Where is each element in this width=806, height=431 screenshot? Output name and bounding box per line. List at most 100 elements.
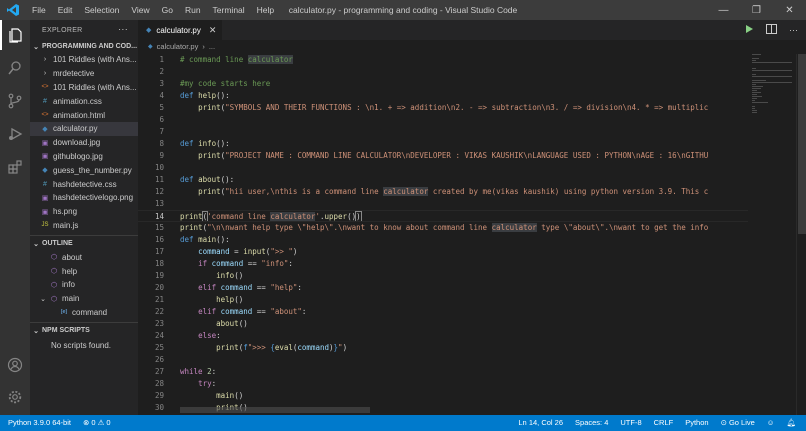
code-line[interactable]: 20 elif command == "help":	[138, 282, 748, 294]
minimize-button[interactable]: —	[707, 0, 740, 20]
code-line[interactable]: 15 print("\n\nwant help type \"help\".\nw…	[138, 222, 748, 234]
code-line[interactable]: 26	[138, 354, 748, 366]
code-line[interactable]: 13	[138, 198, 748, 210]
indentation[interactable]: Spaces: 4	[569, 415, 614, 431]
menu-view[interactable]: View	[125, 0, 155, 20]
end-of-line[interactable]: CRLF	[648, 415, 680, 431]
go-live-button[interactable]: ⊙ Go Live	[715, 415, 761, 431]
problems-indicator[interactable]: ⊗ 0 ⚠ 0	[77, 415, 117, 431]
code-line[interactable]: 18 if command == "info":	[138, 258, 748, 270]
file-item[interactable]: # animation.css	[30, 94, 138, 108]
outline-item[interactable]: ⬡ info	[30, 278, 138, 292]
outline-label: about	[62, 252, 83, 262]
line-number: 19	[154, 271, 164, 280]
encoding[interactable]: UTF-8	[614, 415, 647, 431]
code-line[interactable]: 17 command = input(">> ")	[138, 246, 748, 258]
code-line[interactable]: 9 print("PROJECT NAME : COMMAND LINE CAL…	[138, 150, 748, 162]
restore-button[interactable]: ❐	[740, 0, 773, 20]
code-line[interactable]: 28 try:	[138, 378, 748, 390]
file-item[interactable]: # hashdetective.css	[30, 177, 138, 191]
outline-item[interactable]: [e] command	[30, 306, 138, 320]
code-line[interactable]: 4 def help():	[138, 90, 748, 102]
outline-item[interactable]: ⬡ help	[30, 264, 138, 278]
run-debug-icon[interactable]	[0, 119, 30, 149]
outline-section-header[interactable]: ⌄ OUTLINE	[30, 237, 138, 250]
code-line[interactable]: 7	[138, 126, 748, 138]
code-line[interactable]: 22 elif command == "about":	[138, 306, 748, 318]
breadcrumb-file[interactable]: calculator.py	[157, 42, 199, 51]
file-item[interactable]: ▣ hashdetectivelogo.png	[30, 191, 138, 205]
file-item[interactable]: ▣ hs.png	[30, 205, 138, 219]
file-item[interactable]: ◆ guess_the_number.py	[30, 163, 138, 177]
line-number: 23	[154, 319, 164, 328]
code-line[interactable]: 2	[138, 66, 748, 78]
code-line[interactable]: 10	[138, 162, 748, 174]
code-line[interactable]: 16 def main():	[138, 234, 748, 246]
menu-go[interactable]: Go	[156, 0, 179, 20]
folder-item[interactable]: › 101 Riddles (with Ans...	[30, 53, 138, 67]
code-line[interactable]: 23 about()	[138, 318, 748, 330]
tab-calculator-py[interactable]: ◆ calculator.py ✕	[138, 20, 222, 40]
language-mode[interactable]: Python	[679, 415, 714, 431]
vertical-scrollbar[interactable]	[796, 54, 806, 415]
explorer-icon[interactable]	[0, 20, 30, 50]
menu-help[interactable]: Help	[251, 0, 280, 20]
close-window-button[interactable]: ✕	[773, 0, 806, 20]
breadcrumb-symbol[interactable]: ...	[209, 42, 215, 51]
menu-edit[interactable]: Edit	[52, 0, 79, 20]
manage-gear-icon[interactable]	[0, 382, 30, 412]
code-line[interactable]: 5 print("SYMBOLS AND THEIR FUNCTIONS : \…	[138, 102, 748, 114]
run-python-file-icon[interactable]	[744, 24, 754, 36]
code-line[interactable]: 14 print('command line calculator'.upper(…	[138, 210, 748, 222]
code-line[interactable]: 1 # command line calculator	[138, 54, 748, 66]
source-control-icon[interactable]	[0, 86, 30, 116]
menu-bar: File Edit Selection View Go Run Terminal Help	[26, 0, 280, 20]
code-line[interactable]: 27 while 2:	[138, 366, 748, 378]
notifications-bell-icon[interactable]: 🔔︎	[780, 415, 802, 431]
feedback-icon[interactable]: ☺	[761, 415, 781, 431]
search-icon[interactable]	[0, 53, 30, 83]
folder-section-header[interactable]: ⌄ PROGRAMMING AND COD...	[30, 40, 138, 53]
code-line[interactable]: 29 main()	[138, 390, 748, 402]
outline-item[interactable]: ⬡ about	[30, 250, 138, 264]
outline-item[interactable]: ⌄ ⬡ main	[30, 292, 138, 306]
code-line[interactable]: 21 help()	[138, 294, 748, 306]
menu-terminal[interactable]: Terminal	[207, 0, 251, 20]
code-line[interactable]: 8 def info():	[138, 138, 748, 150]
menu-selection[interactable]: Selection	[78, 0, 125, 20]
horizontal-scrollbar[interactable]	[180, 407, 370, 413]
split-editor-icon[interactable]	[766, 24, 777, 36]
file-item[interactable]: ◆ calculator.py	[30, 121, 138, 136]
code-line[interactable]: 6	[138, 114, 748, 126]
accounts-icon[interactable]	[0, 350, 30, 380]
chevron-down-icon: ⌄	[33, 43, 39, 51]
more-actions-icon[interactable]: ···	[118, 24, 128, 34]
minimap[interactable]	[752, 54, 792, 114]
html-file-icon: <>	[41, 112, 49, 119]
code-line[interactable]: 25 print(f">>> {eval(command)}")	[138, 342, 748, 354]
file-item[interactable]: ▣ download.jpg	[30, 136, 138, 150]
menu-file[interactable]: File	[26, 0, 52, 20]
code-line[interactable]: 11 def about():	[138, 174, 748, 186]
code-text: print(f">>> {eval(command)}")	[216, 343, 348, 352]
extensions-icon[interactable]	[0, 152, 30, 182]
code-text: if command == "info":	[198, 259, 293, 268]
code-line[interactable]: 3 #my code starts here	[138, 78, 748, 90]
cursor-position[interactable]: Ln 14, Col 26	[512, 415, 569, 431]
code-line[interactable]: 19 info()	[138, 270, 748, 282]
outline-label: command	[72, 307, 108, 317]
menu-run[interactable]: Run	[179, 0, 207, 20]
close-tab-icon[interactable]: ✕	[209, 25, 217, 36]
file-item[interactable]: ▣ githublogo.jpg	[30, 150, 138, 164]
file-item[interactable]: <> 101 Riddles (with Ans...	[30, 81, 138, 95]
code-editor[interactable]: 1 # command line calculator 2 3 #my code sta…	[138, 54, 806, 415]
more-actions-icon[interactable]: ···	[789, 25, 798, 35]
code-line[interactable]: 12 print("hii user,\nthis is a command l…	[138, 186, 748, 198]
file-item[interactable]: <> animation.html	[30, 108, 138, 122]
python-interpreter[interactable]: Python 3.9.0 64-bit	[0, 415, 77, 431]
npm-scripts-header[interactable]: ⌄ NPM SCRIPTS	[30, 324, 138, 337]
code-line[interactable]: 24 else:	[138, 330, 748, 342]
folder-item[interactable]: › mrdetective	[30, 67, 138, 81]
file-item[interactable]: JS main.js	[30, 219, 138, 233]
scrollbar-thumb[interactable]	[798, 54, 806, 234]
